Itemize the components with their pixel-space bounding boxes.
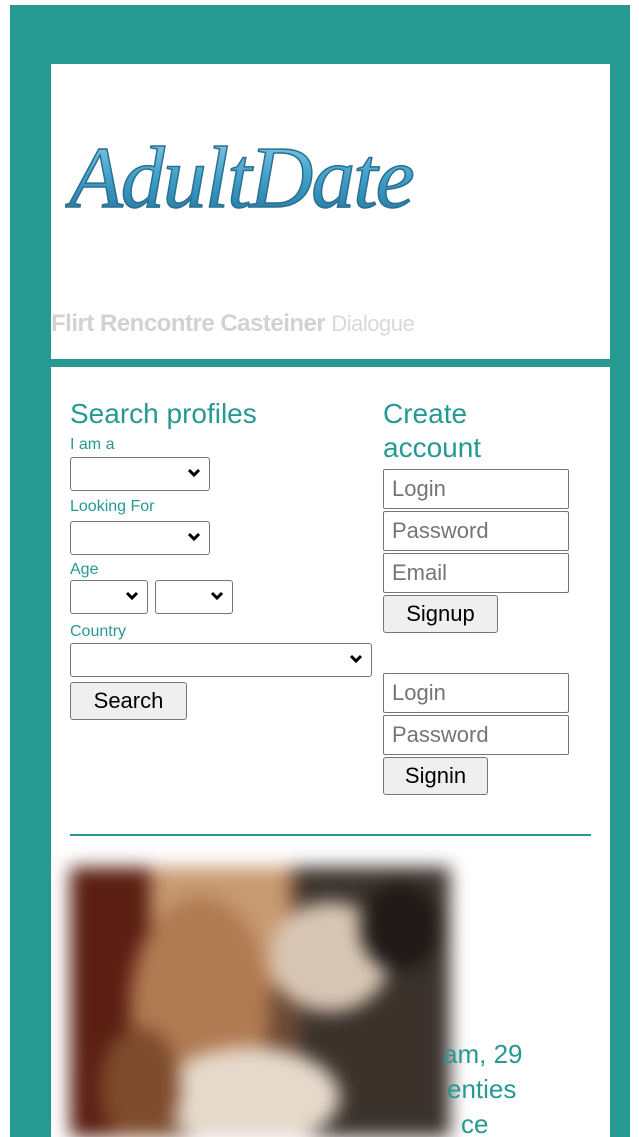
profile-line-1: am, 29 <box>443 1039 523 1069</box>
profile-line-2: enties <box>447 1074 517 1104</box>
age-label: Age <box>70 561 99 578</box>
chevron-down-icon <box>210 591 224 601</box>
signin-password-field[interactable]: Password <box>383 715 569 755</box>
age-max-select[interactable] <box>155 580 233 614</box>
age-min-select[interactable] <box>70 580 148 614</box>
chevron-down-icon <box>187 532 201 542</box>
search-profiles-title: Search profiles <box>70 398 257 429</box>
profile-photo[interactable] <box>70 867 450 1137</box>
site-tagline: Flirt Rencontre Casteiner Dialogue <box>51 310 415 338</box>
signup-login-field[interactable]: Login <box>383 469 569 509</box>
profile-summary[interactable]: am, 29 enties ce <box>441 1037 610 1137</box>
tagline-keywords: Flirt Rencontre Casteiner <box>51 310 326 337</box>
profile-line-3: ce <box>461 1109 489 1137</box>
tagline-dialogue: Dialogue <box>331 311 415 336</box>
signup-button[interactable]: Signup <box>383 595 498 633</box>
country-label: Country <box>70 623 127 640</box>
main-panel: Search profiles I am a Looking For Age C… <box>51 367 610 1137</box>
header-panel: AdultDate Flirt Rencontre Casteiner Dial… <box>51 64 610 359</box>
looking-for-label: Looking For <box>70 498 155 515</box>
i-am-label: I am a <box>70 436 115 453</box>
logo-text: AdultDate <box>65 130 414 227</box>
chevron-down-icon <box>125 591 139 601</box>
signin-login-field[interactable]: Login <box>383 673 569 713</box>
country-select[interactable] <box>70 643 372 677</box>
chevron-down-icon <box>187 468 201 478</box>
chevron-down-icon <box>349 654 363 664</box>
signup-email-field[interactable]: Email <box>383 553 569 593</box>
create-account-title: Create account <box>383 398 482 463</box>
search-button[interactable]: Search <box>70 682 187 720</box>
looking-for-select[interactable] <box>70 521 210 555</box>
signin-button[interactable]: Signin <box>383 757 488 795</box>
site-logo[interactable]: AdultDate <box>65 119 525 229</box>
signup-password-field[interactable]: Password <box>383 511 569 551</box>
i-am-select[interactable] <box>70 457 210 491</box>
section-divider <box>70 834 591 836</box>
